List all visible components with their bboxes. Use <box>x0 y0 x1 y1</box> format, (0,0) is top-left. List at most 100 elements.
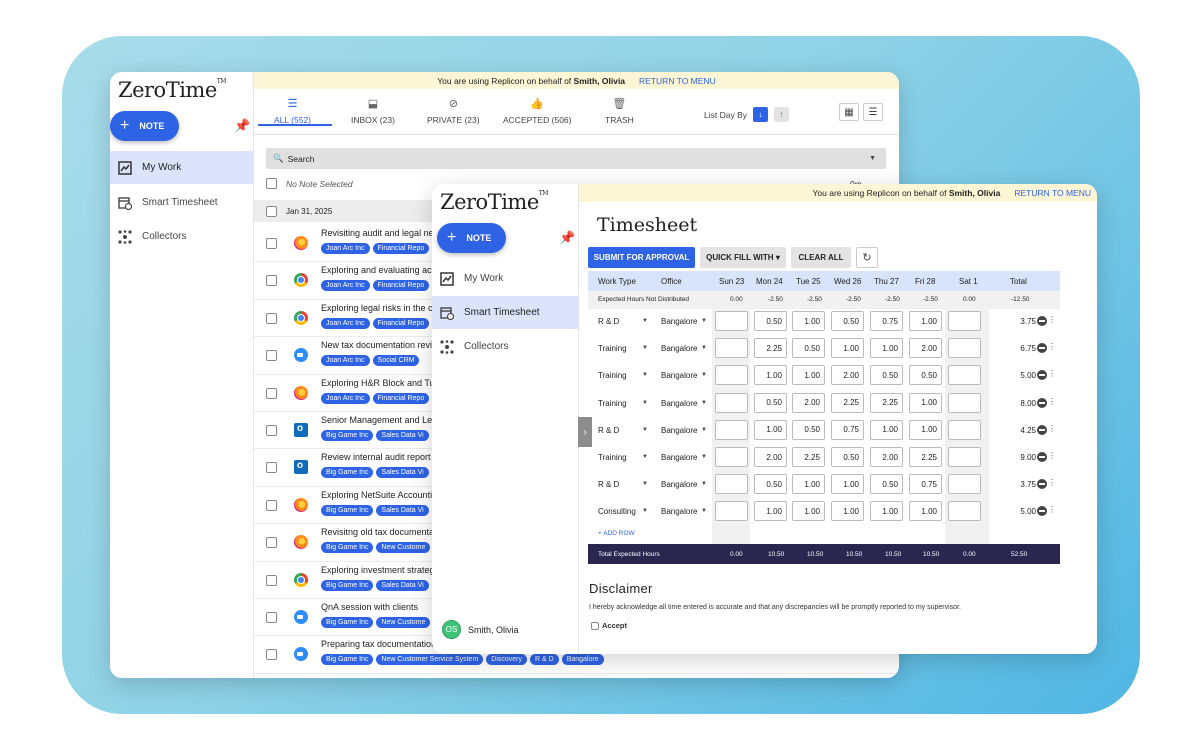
hours-input[interactable]: 1.00 <box>754 365 787 386</box>
hours-input[interactable]: 1.00 <box>754 419 787 440</box>
hours-input[interactable]: 0.50 <box>870 365 903 386</box>
hours-input[interactable]: 1.00 <box>870 419 903 440</box>
remove-row-icon[interactable] <box>1037 506 1047 517</box>
office-select[interactable]: Bangalore <box>661 399 697 408</box>
hours-input[interactable]: 1.00 <box>909 392 942 413</box>
hours-input[interactable] <box>948 365 981 386</box>
hours-input[interactable] <box>715 365 748 386</box>
tag-chip[interactable]: Joan Arc Inc <box>321 243 370 254</box>
hours-input[interactable] <box>715 392 748 413</box>
hours-input[interactable]: 0.50 <box>909 365 942 386</box>
hours-input[interactable] <box>948 501 981 522</box>
tag-chip[interactable]: Big Game Inc <box>321 504 374 516</box>
new-note-button[interactable]: + NOTE <box>437 223 506 253</box>
refresh-icon[interactable]: ↻ <box>856 247 878 268</box>
row-checkbox[interactable] <box>266 312 277 324</box>
tag-chip[interactable]: Financial Repo <box>372 280 430 292</box>
hours-input[interactable] <box>715 474 748 495</box>
hours-input[interactable]: 0.75 <box>831 419 864 440</box>
return-to-menu-link[interactable]: RETURN TO MENU <box>639 76 716 86</box>
sidebar-item-smart-timesheet[interactable]: Smart Timesheet <box>432 296 578 329</box>
tag-chip[interactable]: Sales Data Vi <box>376 429 429 441</box>
tag-chip[interactable]: Financial Repo <box>372 392 430 404</box>
calendar-view-button[interactable]: ▦ <box>839 103 859 121</box>
row-checkbox[interactable] <box>266 350 277 362</box>
work-type-select[interactable]: Consulting <box>598 507 636 516</box>
more-options-icon[interactable]: ⋮ <box>1048 315 1056 324</box>
tag-chip[interactable]: Social CRM <box>372 355 420 367</box>
remove-row-icon[interactable] <box>1037 370 1047 381</box>
hours-input[interactable]: 0.75 <box>909 474 942 495</box>
tag-chip[interactable]: Financial Repo <box>372 317 430 329</box>
hours-input[interactable] <box>948 338 981 359</box>
remove-row-icon[interactable] <box>1037 452 1047 462</box>
more-options-icon[interactable]: ⋮ <box>1048 397 1056 406</box>
office-select[interactable]: Bangalore <box>661 317 697 326</box>
hours-input[interactable]: 0.50 <box>754 474 787 495</box>
tab-all[interactable]: ☰ ALL (552) <box>258 97 332 126</box>
hours-input[interactable] <box>948 419 981 440</box>
work-type-select[interactable]: R & D <box>598 480 619 489</box>
pin-icon[interactable]: 📌 <box>559 230 575 246</box>
search-bar[interactable]: 🔍 Search ▼ <box>266 148 886 169</box>
row-checkbox[interactable] <box>266 238 277 249</box>
hours-input[interactable] <box>948 447 981 467</box>
hours-input[interactable] <box>715 338 748 359</box>
tag-chip[interactable]: Discovery <box>486 654 528 666</box>
row-checkbox[interactable] <box>266 424 277 436</box>
more-options-icon[interactable]: ⋮ <box>1048 342 1056 351</box>
hours-input[interactable]: 2.25 <box>870 392 903 413</box>
hours-input[interactable] <box>715 419 748 440</box>
quick-fill-button[interactable]: QUICK FILL WITH ▾ <box>700 247 786 268</box>
tag-chip[interactable]: Big Game Inc <box>321 616 374 628</box>
tag-chip[interactable]: Big Game Inc <box>321 654 374 666</box>
sort-desc-button[interactable]: ↓ <box>753 107 768 122</box>
hours-input[interactable]: 1.00 <box>909 311 942 331</box>
tab-inbox[interactable]: ⬓ INBOX (23) <box>351 97 395 125</box>
hours-input[interactable]: 0.50 <box>754 311 787 331</box>
hours-input[interactable]: 1.00 <box>831 501 864 522</box>
pin-icon[interactable]: 📌 <box>234 118 250 134</box>
sidebar-item-my-work[interactable]: My Work <box>432 262 578 295</box>
row-checkbox[interactable] <box>266 275 277 287</box>
tag-chip[interactable]: Joan Arc Inc <box>321 392 370 404</box>
hours-input[interactable]: 0.50 <box>831 311 864 331</box>
hours-input[interactable]: 1.00 <box>792 311 825 331</box>
remove-row-icon[interactable] <box>1037 343 1047 354</box>
accept-checkbox[interactable] <box>591 621 599 630</box>
user-profile[interactable]: OS Smith, Olivia <box>442 620 519 639</box>
tag-chip[interactable]: Big Game Inc <box>321 467 374 479</box>
hours-input[interactable]: 1.00 <box>831 474 864 495</box>
tag-chip[interactable]: Sales Data Vi <box>376 504 429 516</box>
row-checkbox[interactable] <box>266 499 277 511</box>
work-type-select[interactable]: Training <box>598 371 627 380</box>
more-options-icon[interactable]: ⋮ <box>1048 424 1056 433</box>
collapse-panel-button[interactable]: › <box>578 417 592 447</box>
remove-row-icon[interactable] <box>1037 479 1047 490</box>
tag-chip[interactable]: Financial Repo <box>372 243 430 254</box>
hours-input[interactable]: 1.00 <box>792 501 825 522</box>
sidebar-item-collectors[interactable]: Collectors <box>432 330 578 363</box>
row-checkbox[interactable] <box>266 462 277 474</box>
tag-chip[interactable]: Big Game Inc <box>321 429 374 441</box>
tag-chip[interactable]: Sales Data Vi <box>376 467 429 479</box>
hours-input[interactable] <box>948 311 981 331</box>
row-checkbox[interactable] <box>266 574 277 586</box>
tag-chip[interactable]: Big Game Inc <box>321 579 374 591</box>
hours-input[interactable]: 2.25 <box>831 392 864 413</box>
hours-input[interactable] <box>715 501 748 522</box>
tag-chip[interactable]: New Custome <box>376 542 431 554</box>
more-options-icon[interactable]: ⋮ <box>1048 369 1056 378</box>
sidebar-item-smart-timesheet[interactable]: Smart Timesheet <box>110 186 253 219</box>
office-select[interactable]: Bangalore <box>661 344 697 353</box>
hours-input[interactable]: 0.50 <box>792 338 825 359</box>
hours-input[interactable]: 2.25 <box>754 338 787 359</box>
tab-trash[interactable]: 🗑 TRASH <box>605 97 634 125</box>
hours-input[interactable] <box>715 447 748 467</box>
work-type-select[interactable]: Training <box>598 344 627 353</box>
hours-input[interactable]: 2.25 <box>909 447 942 467</box>
clear-all-button[interactable]: CLEAR ALL <box>791 247 851 268</box>
accept-checkbox-row[interactable]: Accept <box>591 621 627 630</box>
hours-input[interactable]: 2.00 <box>831 365 864 386</box>
hours-input[interactable]: 1.00 <box>909 501 942 522</box>
